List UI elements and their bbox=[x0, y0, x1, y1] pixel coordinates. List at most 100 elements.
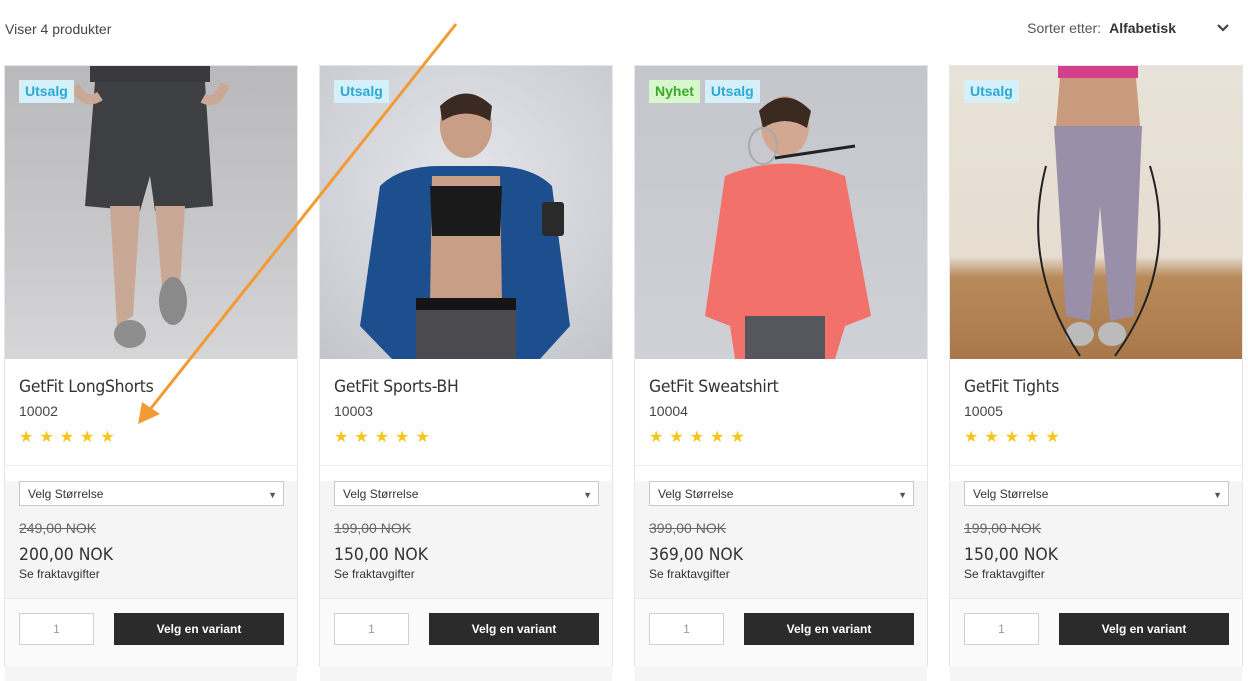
sale-badge: Utsalg bbox=[704, 80, 760, 103]
choose-variant-button[interactable]: Velg en variant bbox=[744, 613, 914, 645]
product-sku: 10002 bbox=[19, 403, 58, 419]
product-name[interactable]: GetFit Sports-BH bbox=[334, 377, 577, 397]
shipping-link[interactable]: Se fraktavgifter bbox=[964, 567, 1228, 581]
product-name[interactable]: GetFit LongShorts bbox=[19, 377, 262, 397]
old-price: 249,00 NOK bbox=[19, 520, 97, 536]
product-image[interactable]: Utsalg bbox=[320, 66, 612, 359]
rating-stars: ★ ★ ★ ★ ★ bbox=[964, 430, 1228, 446]
star-icon: ★ bbox=[334, 429, 349, 446]
product-photo-sweatshirt bbox=[705, 96, 871, 359]
sort-value[interactable]: Alfabetisk bbox=[1109, 20, 1176, 36]
current-price: 200,00 NOK bbox=[19, 545, 113, 565]
old-price: 199,00 NOK bbox=[334, 520, 412, 536]
product-actions: 1 Velg en variant bbox=[5, 598, 297, 666]
size-select[interactable]: Velg Størrelse ▼ bbox=[19, 481, 284, 506]
shipping-link[interactable]: Se fraktavgifter bbox=[19, 567, 283, 581]
product-photo-shorts bbox=[70, 66, 230, 348]
quantity-input[interactable]: 1 bbox=[649, 613, 724, 645]
star-icon: ★ bbox=[669, 429, 684, 446]
choose-variant-button[interactable]: Velg en variant bbox=[429, 613, 599, 645]
product-info: GetFit Sports-BH 10003 ★ ★ ★ ★ ★ bbox=[320, 359, 612, 466]
product-image[interactable]: Utsalg bbox=[950, 66, 1242, 359]
product-actions: 1 Velg en variant bbox=[950, 598, 1242, 666]
product-card: Nyhet Utsalg GetFit Sweatshirt 10004 ★ ★ ★… bbox=[634, 65, 928, 681]
star-icon: ★ bbox=[710, 429, 725, 446]
caret-down-icon: ▼ bbox=[583, 490, 592, 500]
old-price: 399,00 NOK bbox=[649, 520, 727, 536]
star-icon: ★ bbox=[354, 429, 369, 446]
product-actions: 1 Velg en variant bbox=[320, 598, 612, 666]
sale-badge: Utsalg bbox=[964, 80, 1019, 103]
star-icon: ★ bbox=[984, 429, 999, 446]
product-badges: Utsalg bbox=[19, 80, 74, 103]
product-card: Utsalg GetFit Tights 10005 ★ ★ ★ ★ ★ Velg St… bbox=[949, 65, 1243, 681]
shipping-link[interactable]: Se fraktavgifter bbox=[334, 567, 598, 581]
product-name[interactable]: GetFit Sweatshirt bbox=[649, 377, 892, 397]
size-select-label: Velg Størrelse bbox=[658, 487, 734, 501]
shipping-link[interactable]: Se fraktavgifter bbox=[649, 567, 913, 581]
product-image[interactable]: Nyhet Utsalg bbox=[635, 66, 927, 359]
product-name[interactable]: GetFit Tights bbox=[964, 377, 1207, 397]
caret-down-icon: ▼ bbox=[898, 490, 907, 500]
old-price: 199,00 NOK bbox=[964, 520, 1042, 536]
new-badge: Nyhet bbox=[649, 80, 700, 103]
product-badges: Utsalg bbox=[334, 80, 389, 103]
current-price: 369,00 NOK bbox=[649, 545, 743, 565]
size-select[interactable]: Velg Størrelse ▼ bbox=[334, 481, 599, 506]
product-info: GetFit LongShorts 10002 ★ ★ ★ ★ ★ bbox=[5, 359, 297, 466]
product-badges: Utsalg bbox=[964, 80, 1019, 103]
size-select-label: Velg Størrelse bbox=[973, 487, 1049, 501]
product-list-toolbar: Viser 4 produkter Sorter etter: Alfabeti… bbox=[0, 0, 1248, 60]
product-count: Viser 4 produkter bbox=[5, 21, 112, 37]
size-select-label: Velg Størrelse bbox=[28, 487, 104, 501]
choose-variant-button[interactable]: Velg en variant bbox=[1059, 613, 1229, 645]
product-sku: 10003 bbox=[334, 403, 373, 419]
sort-control[interactable]: Sorter etter: Alfabetisk bbox=[1027, 20, 1230, 36]
caret-down-icon: ▼ bbox=[1213, 490, 1222, 500]
choose-variant-button[interactable]: Velg en variant bbox=[114, 613, 284, 645]
product-sku: 10005 bbox=[964, 403, 1003, 419]
product-photo-tights bbox=[1037, 66, 1161, 357]
quantity-input[interactable]: 1 bbox=[964, 613, 1039, 645]
product-card: Utsalg GetFit LongShorts 10002 ★ ★ ★ ★ ★ Vel… bbox=[4, 65, 298, 681]
star-icon: ★ bbox=[1004, 429, 1020, 446]
size-select[interactable]: Velg Størrelse ▼ bbox=[649, 481, 914, 506]
sale-badge: Utsalg bbox=[334, 80, 389, 103]
size-select[interactable]: Velg Størrelse ▼ bbox=[964, 481, 1229, 506]
sort-label: Sorter etter: bbox=[1027, 20, 1102, 36]
star-icon: ★ bbox=[415, 429, 430, 446]
caret-down-icon: ▼ bbox=[268, 490, 277, 500]
chevron-down-icon[interactable] bbox=[1216, 21, 1230, 35]
star-icon: ★ bbox=[59, 429, 75, 446]
product-sku: 10004 bbox=[649, 403, 688, 419]
product-image[interactable]: Utsalg bbox=[5, 66, 297, 359]
sale-badge: Utsalg bbox=[19, 80, 74, 103]
product-grid: Utsalg GetFit LongShorts 10002 ★ ★ ★ ★ ★ Vel… bbox=[4, 65, 1243, 681]
quantity-input[interactable]: 1 bbox=[19, 613, 94, 645]
star-icon: ★ bbox=[39, 429, 54, 446]
current-price: 150,00 NOK bbox=[964, 545, 1058, 565]
current-price: 150,00 NOK bbox=[334, 545, 428, 565]
star-icon: ★ bbox=[1025, 429, 1040, 446]
rating-stars: ★ ★ ★ ★ ★ bbox=[334, 430, 598, 446]
rating-stars: ★ ★ ★ ★ ★ bbox=[649, 430, 913, 446]
quantity-input[interactable]: 1 bbox=[334, 613, 409, 645]
rating-stars: ★ ★ ★ ★ ★ bbox=[19, 430, 283, 446]
product-actions: 1 Velg en variant bbox=[635, 598, 927, 666]
star-icon: ★ bbox=[19, 429, 34, 446]
product-badges: Nyhet Utsalg bbox=[649, 80, 760, 103]
star-icon: ★ bbox=[395, 429, 410, 446]
product-info: GetFit Sweatshirt 10004 ★ ★ ★ ★ ★ bbox=[635, 359, 927, 466]
star-icon: ★ bbox=[100, 429, 115, 446]
star-icon: ★ bbox=[1045, 429, 1060, 446]
star-icon: ★ bbox=[649, 429, 664, 446]
product-card: Utsalg GetFit Sports-BH 10003 ★ ★ ★ ★ ★ Velg… bbox=[319, 65, 613, 681]
star-icon: ★ bbox=[964, 429, 979, 446]
star-icon: ★ bbox=[689, 429, 705, 446]
product-info: GetFit Tights 10005 ★ ★ ★ ★ ★ bbox=[950, 359, 1242, 466]
star-icon: ★ bbox=[730, 429, 745, 446]
size-select-label: Velg Størrelse bbox=[343, 487, 419, 501]
star-icon: ★ bbox=[80, 429, 95, 446]
star-icon: ★ bbox=[374, 429, 390, 446]
product-photo-sports-bra bbox=[360, 93, 570, 359]
